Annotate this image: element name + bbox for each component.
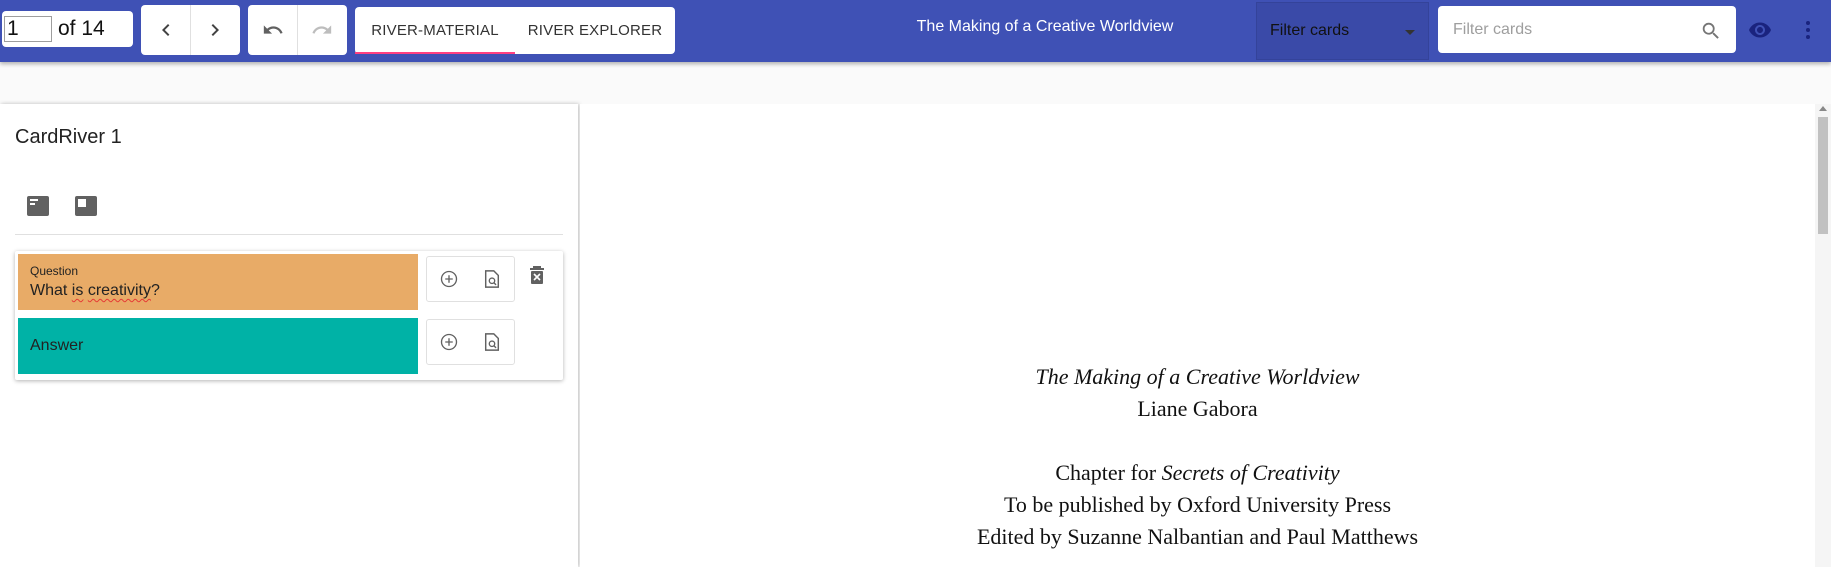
page-nav-group xyxy=(141,5,240,55)
redo-icon xyxy=(312,25,332,34)
question-text-misspelled: creativity xyxy=(87,282,151,299)
add-question-button[interactable] xyxy=(427,257,471,301)
doc-chapter-book: Secrets of Creativity xyxy=(1161,460,1340,485)
add-circle-icon xyxy=(440,270,457,288)
page-indicator: of 14 xyxy=(2,11,133,47)
view-tabs: RIVER-MATERIAL RIVER EXPLORER xyxy=(355,7,675,54)
panel-divider xyxy=(15,234,563,235)
search-icon[interactable] xyxy=(1700,20,1722,42)
redo-button[interactable] xyxy=(297,5,346,55)
scroll-up-arrow-icon[interactable] xyxy=(1819,106,1827,111)
add-circle-icon xyxy=(440,333,457,351)
question-text-misspelled: is xyxy=(71,282,84,299)
question-actions xyxy=(426,256,515,302)
flash-card: Question What is creativity? Answer xyxy=(15,251,563,380)
note-search-icon xyxy=(485,270,500,288)
tab-river-explorer-label: RIVER EXPLORER xyxy=(527,22,663,39)
app-root: of 14 RIVER-MATERIAL RIVER EXPLORER The … xyxy=(0,0,1831,567)
page-number-input[interactable] xyxy=(4,16,52,42)
answer-actions xyxy=(426,319,515,365)
filter-cards-input[interactable] xyxy=(1453,6,1693,53)
river-title: CardRiver 1 xyxy=(15,126,122,148)
document-title: The Making of a Creative Worldview xyxy=(916,18,1174,35)
question-text[interactable]: What is creativity? xyxy=(30,282,160,300)
filter-cards-select[interactable]: Filter cards xyxy=(1256,2,1429,60)
split-view-icon[interactable] xyxy=(75,196,97,216)
document-scrollbar[interactable] xyxy=(1815,104,1831,567)
doc-chapter: Chapter for Secrets of Creativity xyxy=(580,460,1815,486)
page-total: of 14 xyxy=(58,17,105,40)
doc-publisher: To be published by Oxford University Pre… xyxy=(1003,492,1392,517)
chevron-right-icon xyxy=(211,24,219,36)
undo-icon xyxy=(263,25,283,34)
doc-title-text: The Making of a Creative Worldview xyxy=(1035,364,1360,389)
history-group xyxy=(248,5,347,55)
previous-page-button[interactable] xyxy=(141,5,190,55)
search-box xyxy=(1438,6,1736,53)
more-vert-icon[interactable] xyxy=(1800,17,1816,43)
document-viewer: The Making of a Creative Worldview Liane… xyxy=(580,104,1815,567)
top-toolbar: of 14 RIVER-MATERIAL RIVER EXPLORER The … xyxy=(0,0,1831,62)
doc-chapter-prefix: Chapter for xyxy=(1055,460,1162,485)
answer-label: Answer xyxy=(30,337,84,354)
undo-button[interactable] xyxy=(248,5,297,55)
question-text-part: ? xyxy=(150,282,160,299)
scrollbar-thumb[interactable] xyxy=(1818,117,1828,234)
tab-river-material-label: RIVER-MATERIAL xyxy=(371,22,499,39)
question-text-part: What xyxy=(30,282,72,299)
find-source-answer-button[interactable] xyxy=(471,320,515,364)
doc-author: Liane Gabora xyxy=(1137,396,1258,421)
note-search-icon xyxy=(485,333,500,351)
dropdown-caret-icon xyxy=(1405,30,1415,35)
tab-river-explorer[interactable]: RIVER EXPLORER xyxy=(515,7,675,54)
chevron-left-icon xyxy=(161,24,169,36)
find-source-question-button[interactable] xyxy=(471,257,515,301)
filter-select-value: Filter cards xyxy=(1270,22,1350,39)
doc-editors: Edited by Suzanne Nalbantian and Paul Ma… xyxy=(976,524,1419,549)
tab-river-material[interactable]: RIVER-MATERIAL xyxy=(355,7,515,54)
answer-side[interactable]: Answer xyxy=(18,318,418,374)
card-river-panel: CardRiver 1 Question What is creativity?… xyxy=(0,104,578,567)
next-page-button[interactable] xyxy=(190,5,239,55)
delete-icon[interactable] xyxy=(529,266,545,284)
doc-title: The Making of a Creative Worldview xyxy=(580,364,1815,390)
eye-icon[interactable] xyxy=(1748,18,1772,42)
question-label: Question xyxy=(30,264,79,278)
card-view-icon[interactable] xyxy=(27,196,49,216)
add-answer-button[interactable] xyxy=(427,320,471,364)
question-side[interactable]: Question What is creativity? xyxy=(18,254,418,310)
